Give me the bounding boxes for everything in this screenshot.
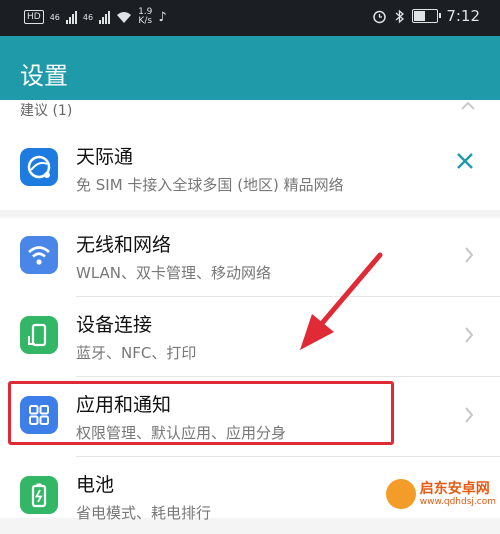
network-speed: 1.9 K/s — [138, 7, 153, 26]
red-arrow-annotation — [300, 252, 383, 350]
suggestion-title: 天际通 — [76, 146, 134, 168]
battery-icon-bg — [20, 476, 58, 514]
tianjitong-icon — [20, 148, 58, 186]
page-title: 设置 — [20, 62, 68, 90]
collapse-icon[interactable] — [460, 98, 476, 112]
item-subtitle: 蓝牙、NFC、打印 — [76, 344, 197, 362]
wifi-icon — [20, 236, 58, 274]
device-connection-icon — [20, 316, 58, 354]
bluetooth-icon — [395, 9, 405, 23]
divider — [76, 376, 500, 377]
chevron-right-icon — [465, 247, 474, 263]
divider — [76, 456, 500, 457]
watermark-name: 启东安卓网 — [419, 480, 490, 497]
watermark-url: www.qdhdsj.com — [419, 496, 496, 507]
item-subtitle: WLAN、双卡管理、移动网络 — [76, 264, 272, 282]
status-bar: HD 46 46 1.9 K/s ♪ 7:12 — [0, 0, 500, 36]
suggestions-header: 建议 (1) — [20, 103, 73, 119]
suggestion-item-tianjitong[interactable]: 天际通 免 SIM 卡接入全球多国 (地区) 精品网络 — [0, 130, 500, 206]
item-title: 无线和网络 — [76, 234, 172, 256]
settings-item-device-connection[interactable]: 设备连接 蓝牙、NFC、打印 — [0, 298, 500, 374]
clock: 7:12 — [446, 7, 480, 25]
signal-strength-2-icon — [99, 10, 111, 24]
close-icon[interactable] — [456, 152, 474, 170]
hd-badge: HD — [24, 10, 44, 24]
suggestions-section: 建议 (1) 天际通 免 SIM 卡接入全球多国 (地区) 精品网络 — [0, 100, 500, 210]
app-bar: 设置 — [0, 36, 500, 108]
signal-1-label: 46 — [49, 12, 60, 22]
chevron-right-icon — [465, 327, 474, 343]
divider — [76, 296, 500, 297]
alarm-icon — [373, 10, 387, 23]
battery-status-icon — [412, 9, 442, 23]
device-icon-bg — [20, 316, 58, 354]
item-title: 设备连接 — [76, 314, 153, 336]
settings-item-wireless-network[interactable]: 无线和网络 WLAN、双卡管理、移动网络 — [0, 218, 500, 294]
wifi-status-icon — [117, 11, 132, 23]
settings-list: 无线和网络 WLAN、双卡管理、移动网络 设备连接 蓝牙、NFC、打印 应用和通… — [0, 218, 500, 522]
battery-icon — [20, 476, 58, 514]
suggestion-subtitle: 免 SIM 卡接入全球多国 (地区) 精品网络 — [76, 176, 344, 194]
signal-2-label: 46 — [82, 12, 94, 22]
watermark-logo-icon — [385, 479, 416, 509]
chevron-right-icon — [465, 407, 474, 423]
signal-strength-icon — [65, 10, 77, 24]
item-subtitle: 省电模式、耗电排行 — [76, 504, 212, 522]
item-title: 电池 — [76, 474, 115, 496]
watermark: 启东安卓网 www.qdhdsj.com — [385, 479, 496, 509]
highlight-box — [8, 381, 394, 445]
tiktok-icon: ♪ — [158, 9, 167, 25]
